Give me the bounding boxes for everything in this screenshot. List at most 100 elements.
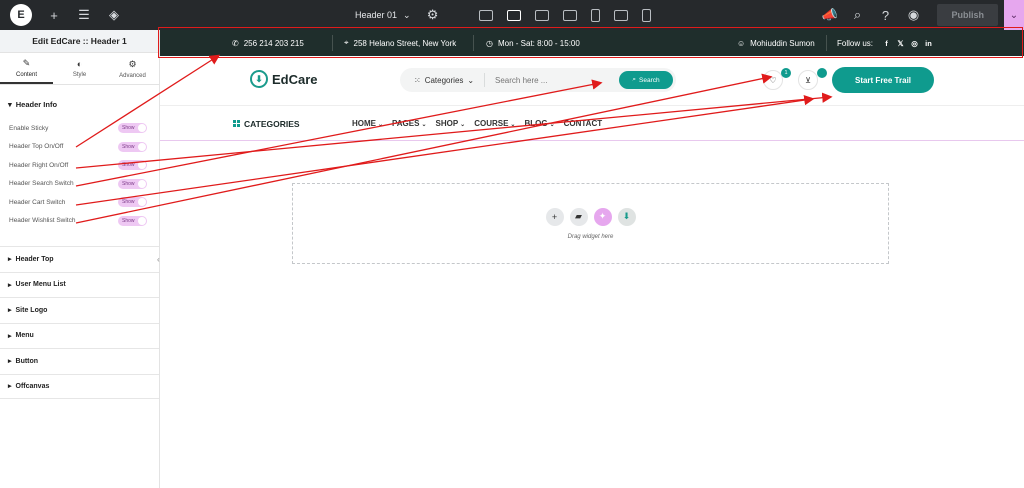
help-icon[interactable]: ? [877,8,893,23]
header-nav: CATEGORIES HOME ⌄ PAGES ⌄ SHOP ⌄ COURSE ⌄ BL… [160,107,1024,141]
elementor-logo-icon[interactable]: E [10,4,32,26]
section-user-menu-list[interactable]: ▸ User Menu List [0,271,159,298]
add-widget-icon[interactable]: + [545,207,564,226]
tab-style[interactable]: ◐ Style [53,53,106,84]
chevron-down-icon: ⌄ [460,122,466,128]
publish-button[interactable]: Publish [937,4,998,26]
grid-icon [233,120,240,127]
menu-item-blog[interactable]: BLOG ⌄ [524,119,554,128]
toggle-switch[interactable]: Show [118,178,147,189]
caret-right-icon: ▸ [8,281,12,289]
categories-label: Categories [424,75,464,85]
widget-dropzone[interactable]: + ▰ ✦ ⬇ Drag widget here [292,183,889,264]
gear-icon: ⚙ [128,58,137,69]
chevron-down-icon: ⌄ [403,9,411,20]
menu-label: PAGES [392,119,420,128]
heart-icon: ♡ [769,75,777,85]
categories-select[interactable]: ⁙ Categories ⌄ [400,73,485,87]
desktop-icon[interactable] [506,9,521,21]
cart-button[interactable]: ⊻ [798,70,818,90]
menu-item-home[interactable]: HOME ⌄ [352,119,383,128]
section-site-logo[interactable]: ▸ Site Logo [0,297,159,323]
laptop-icon[interactable] [534,9,549,21]
menu-item-pages[interactable]: PAGES ⌄ [392,119,426,128]
tab-label: Content [15,71,37,78]
control-label: Header Search Switch [9,180,74,188]
add-icon[interactable]: + [46,8,62,23]
menu-label: HOME [352,119,376,128]
template-title-dropdown[interactable]: Header 01 ⌄ [355,10,411,21]
preview-canvas: ✆ 256 214 203 215 ⌖ 258 Helano Street, N… [158,27,1024,488]
mobile-portrait-icon[interactable] [641,8,651,22]
gear-icon[interactable]: ⚙ [425,7,441,23]
toggle-switch[interactable]: Show [118,215,147,226]
chevron-down-icon: ⌄ [549,122,555,128]
grid-icon: ⁙ [414,75,421,85]
widescreen-icon[interactable] [478,9,493,21]
toggle-switch[interactable]: Show [118,141,147,152]
template-library-folder-icon[interactable]: ▰ [569,207,588,226]
section-header-top[interactable]: ▸ Header Top [0,246,159,272]
wishlist-count-badge: 1 [781,68,791,78]
contrast-icon: ◐ [76,59,83,69]
search-icon: ⌕ [632,76,637,83]
header-main: ⬇ EdCare ⁙ Categories ⌄ ⌕ Search ♡ 1 ⊻ S… [160,56,1024,106]
section-offcanvas[interactable]: ▸ Offcanvas [0,373,159,399]
tab-content[interactable]: ✎ Content [0,53,53,84]
tab-advanced[interactable]: ⚙ Advanced [106,53,159,84]
theme-kit-icon[interactable]: ⬇ [617,207,636,226]
control-header-cart: Header Cart Switch Show [0,193,159,212]
categories-menu-button[interactable]: CATEGORIES [233,119,300,129]
control-label: Header Top On/Off [9,143,64,151]
toggle-switch[interactable]: Show [118,123,147,134]
control-header-top: Header Top On/Off Show [0,138,159,157]
section-label: User Menu List [15,281,66,289]
panel-tabs: ✎ Content ◐ Style ⚙ Advanced [0,53,159,85]
section-button[interactable]: ▸ Button [0,348,159,374]
caret-right-icon: ▸ [8,358,12,366]
search-icon[interactable]: ⌕ [849,7,865,23]
notifications-icon[interactable]: 📣 [821,7,837,23]
pencil-icon: ✎ [22,57,31,68]
caret-down-icon: ▾ [8,100,12,109]
menu-label: COURSE [474,119,509,128]
template-title: Header 01 [355,10,398,20]
cart-count-badge [817,68,827,78]
control-header-search: Header Search Switch Show [0,175,159,194]
toggle-switch[interactable]: Show [118,197,147,208]
start-free-trial-button[interactable]: Start Free Trail [832,67,934,93]
control-label: Enable Sticky [9,124,49,132]
tablet-portrait-icon[interactable] [590,8,600,22]
control-label: Header Right On/Off [9,161,69,169]
section-menu[interactable]: ▸ Menu [0,322,159,349]
control-label: Header Wishlist Switch [9,217,76,225]
menu-item-contact[interactable]: CONTACT [564,119,603,128]
caret-right-icon: ▸ [8,256,12,264]
panel-title: Edit EdCare :: Header 1 [0,30,159,53]
section-label: Menu [15,332,34,340]
menu-label: CONTACT [563,119,603,128]
settings-sliders-icon[interactable]: ☰ [76,7,92,23]
wishlist-button[interactable]: ♡ [763,70,783,90]
search-button[interactable]: ⌕ Search [619,71,673,89]
tablet-landscape-icon[interactable] [562,9,577,21]
editor-panel: Edit EdCare :: Header 1 ✎ Content ◐ Styl… [0,30,160,488]
menu-item-shop[interactable]: SHOP ⌄ [435,119,465,128]
section-header-info[interactable]: ▾ Header Info [0,85,159,119]
mobile-landscape-icon[interactable] [613,9,628,21]
search-input[interactable] [485,75,619,85]
search-button-label: Search [639,76,660,84]
site-logo[interactable]: ⬇ EdCare [250,70,318,88]
publish-options-chevron-icon[interactable]: ⌄ [1004,0,1024,30]
main-menu: HOME ⌄ PAGES ⌄ SHOP ⌄ COURSE ⌄ BLOG ⌄ CONTACT [352,119,602,128]
layers-icon[interactable]: ◈ [106,7,122,23]
preview-eye-icon[interactable]: ◉ [905,7,921,23]
chevron-down-icon: ⌄ [467,75,475,85]
menu-label: BLOG [524,119,548,128]
menu-item-course[interactable]: COURSE ⌄ [474,119,515,128]
logo-mark-icon: ⬇ [250,70,268,88]
ai-sparkle-icon[interactable]: ✦ [593,207,612,226]
toggle-switch[interactable]: Show [118,160,147,171]
cart-icon: ⊻ [805,75,811,85]
editor-topbar: E + ☰ ◈ Header 01 ⌄ ⚙ 📣 ⌕ ? ◉ Publish ⌄ [0,0,1024,30]
